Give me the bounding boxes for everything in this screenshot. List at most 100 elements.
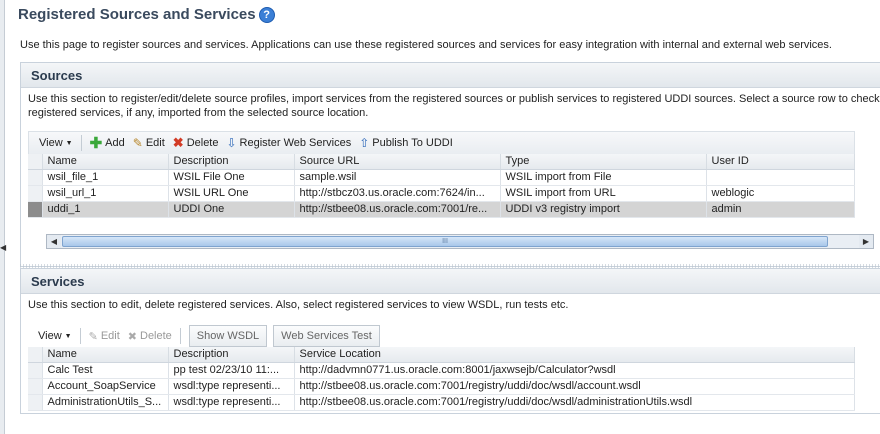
pencil-icon: ✎ — [88, 330, 98, 343]
sources-horizontal-scrollbar[interactable]: ◀ III ▶ — [46, 234, 874, 249]
edit-label: Edit — [145, 137, 165, 149]
cell-description: WSIL File One — [168, 169, 295, 186]
cell-user-id: admin — [706, 201, 855, 218]
cell-description: wsdl:type representi... — [168, 394, 295, 411]
column-header-user-id[interactable]: User ID — [706, 154, 855, 170]
cell-user-id: weblogic — [706, 185, 855, 202]
services-table-header: Name Description Service Location — [28, 347, 855, 363]
sources-panel: Sources Use this section to register/edi… — [20, 62, 880, 267]
publish-label: Publish To UDDI — [372, 137, 453, 149]
register-web-services-button[interactable]: ⇩ Register Web Services — [226, 136, 359, 150]
collapse-left-icon[interactable]: ◀ — [0, 243, 6, 252]
cell-name: Account_SoapService — [42, 378, 169, 395]
column-header-description[interactable]: Description — [168, 154, 295, 170]
publish-upload-icon: ⇧ — [359, 136, 370, 150]
page-title-text: Registered Sources and Services — [18, 6, 256, 23]
services-view-menu[interactable]: View ▼ — [38, 330, 80, 342]
cell-user-id — [706, 169, 855, 186]
table-row[interactable]: Calc Test pp test 02/23/10 11:... http:/… — [28, 362, 855, 379]
row-selector[interactable] — [28, 185, 43, 202]
scroll-right-icon[interactable]: ▶ — [859, 235, 873, 248]
sources-header: Sources — [21, 63, 880, 88]
view-label: View — [39, 137, 63, 149]
cell-service-location: http://stbee08.us.oracle.com:7001/regist… — [294, 394, 855, 411]
chevron-down-icon: ▼ — [65, 139, 73, 147]
sources-table: Name Description Source URL Type User ID… — [28, 154, 855, 218]
publish-to-uddi-button[interactable]: ⇧ Publish To UDDI — [359, 136, 461, 150]
toolbar-divider — [79, 328, 81, 344]
delete-service-button[interactable]: ✖ Delete — [128, 330, 180, 343]
cell-name: wsil_url_1 — [42, 185, 169, 202]
cell-name: Calc Test — [42, 362, 169, 379]
delete-label: Delete — [186, 137, 219, 149]
sources-view-menu[interactable]: View ▼ — [39, 137, 81, 149]
edit-source-button[interactable]: ✎ Edit — [133, 136, 173, 150]
sources-description-line2: registered services, if any, imported fr… — [28, 107, 369, 119]
add-label: Add — [105, 137, 125, 149]
table-row-selected[interactable]: uddi_1 UDDI One http://stbee08.us.oracle… — [28, 201, 855, 218]
page-intro: Use this page to register sources and se… — [20, 39, 832, 51]
pencil-icon: ✎ — [132, 136, 143, 150]
column-header-name[interactable]: Name — [42, 347, 169, 363]
sources-description: Use this section to register/edit/delete… — [21, 88, 880, 120]
services-toolbar: View ▼ ✎ Edit ✖ Delete Show WSDL Web Ser… — [28, 324, 855, 348]
column-header-description[interactable]: Description — [168, 347, 295, 363]
cell-source-url: http://stbee08.us.oracle.com:7001/re... — [294, 201, 501, 218]
chevron-down-icon: ▼ — [64, 332, 72, 340]
scrollbar-thumb[interactable]: III — [62, 236, 828, 247]
web-services-test-button[interactable]: Web Services Test — [273, 325, 380, 347]
cell-description: wsdl:type representi... — [168, 378, 295, 395]
edit-label: Edit — [100, 330, 120, 342]
cell-type: WSIL import from URL — [500, 185, 707, 202]
register-import-icon: ⇩ — [226, 136, 237, 150]
cell-name: wsil_file_1 — [42, 169, 169, 186]
row-selector[interactable] — [28, 362, 43, 379]
column-header-source-url[interactable]: Source URL — [294, 154, 501, 170]
sources-description-line1: Use this section to register/edit/delete… — [28, 93, 880, 105]
cell-service-location: http://stbee08.us.oracle.com:7001/regist… — [294, 378, 855, 395]
cell-type: WSIL import from File — [500, 169, 707, 186]
table-row[interactable]: Account_SoapService wsdl:type representi… — [28, 378, 855, 395]
services-table: Name Description Service Location Calc T… — [28, 347, 855, 411]
scroll-grip: III — [442, 238, 448, 245]
sources-table-header: Name Description Source URL Type User ID — [28, 154, 855, 170]
delete-label: Delete — [140, 330, 172, 342]
services-description: Use this section to edit, delete registe… — [28, 299, 569, 311]
cell-name: AdministrationUtils_S... — [42, 394, 169, 411]
row-selector[interactable] — [28, 394, 43, 411]
delete-source-button[interactable]: ✖ Delete — [173, 135, 227, 151]
add-source-button[interactable]: ✚ Add — [89, 134, 133, 152]
column-header-name[interactable]: Name — [42, 154, 169, 170]
services-header: Services — [21, 269, 880, 294]
cell-description: pp test 02/23/10 11:... — [168, 362, 295, 379]
cell-name: uddi_1 — [42, 201, 169, 218]
row-selector[interactable] — [28, 201, 43, 218]
table-row[interactable]: wsil_file_1 WSIL File One sample.wsil WS… — [28, 169, 855, 186]
toolbar-divider — [80, 135, 82, 151]
view-label: View — [38, 330, 62, 342]
page-title: Registered Sources and Services ? — [18, 6, 275, 23]
row-selector[interactable] — [28, 169, 43, 186]
register-label: Register Web Services — [239, 137, 352, 149]
delete-x-icon: ✖ — [127, 330, 137, 343]
row-header-spacer — [28, 347, 43, 363]
show-wsdl-button[interactable]: Show WSDL — [188, 325, 268, 347]
table-row[interactable]: wsil_url_1 WSIL URL One http://stbcz03.u… — [28, 185, 855, 202]
cell-description: WSIL URL One — [168, 185, 295, 202]
edit-service-button[interactable]: ✎ Edit — [89, 330, 128, 343]
plus-icon: ✚ — [89, 134, 103, 152]
row-selector[interactable] — [28, 378, 43, 395]
cell-description: UDDI One — [168, 201, 295, 218]
table-row[interactable]: AdministrationUtils_S... wsdl:type repre… — [28, 394, 855, 411]
services-panel: Services Use this section to edit, delet… — [20, 268, 880, 414]
sources-toolbar: View ▼ ✚ Add ✎ Edit ✖ Delete ⇩ Register … — [28, 131, 855, 155]
cell-type: UDDI v3 registry import — [500, 201, 707, 218]
row-header-spacer — [28, 154, 43, 170]
left-collapse-rail[interactable] — [0, 0, 5, 434]
question-help-icon[interactable]: ? — [258, 6, 275, 23]
column-header-type[interactable]: Type — [500, 154, 707, 170]
delete-x-icon: ✖ — [172, 135, 184, 150]
column-header-service-location[interactable]: Service Location — [294, 347, 855, 363]
scroll-left-icon[interactable]: ◀ — [47, 235, 61, 248]
cell-source-url: http://stbcz03.us.oracle.com:7624/in... — [294, 185, 501, 202]
